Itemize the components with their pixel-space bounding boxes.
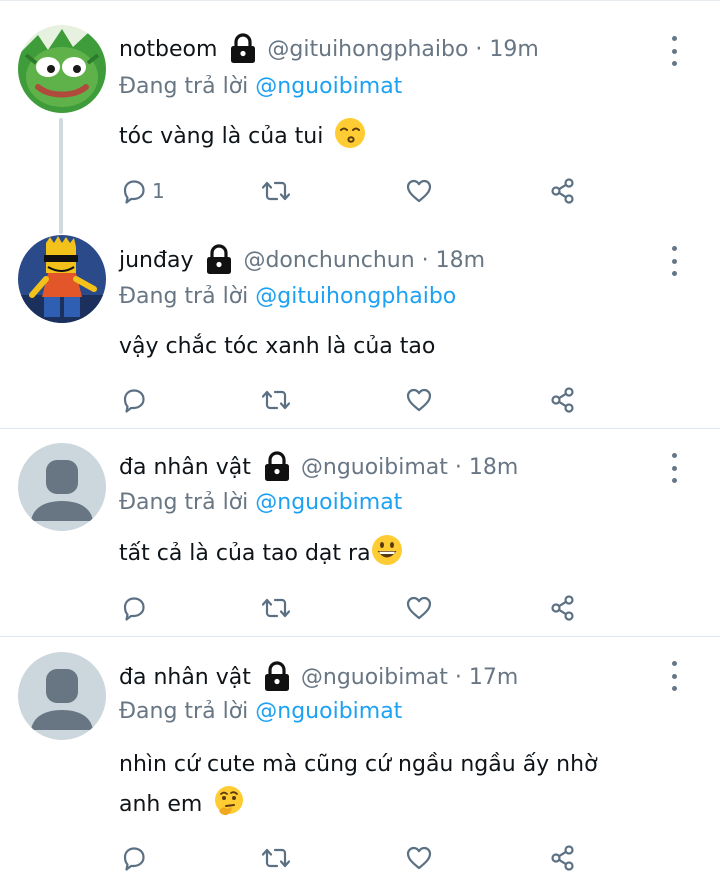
tweet-header: đa nhân vật @nguoibimat · 18m <box>119 449 518 485</box>
tweet-text: tóc vàng là của tui <box>119 117 679 157</box>
lock-icon <box>205 244 233 276</box>
lock-icon <box>263 451 291 483</box>
reply-button[interactable] <box>120 382 148 418</box>
more-vertical-icon[interactable] <box>662 453 686 483</box>
handle-time[interactable]: @nguoibimat · 17m <box>301 665 518 690</box>
like-button[interactable] <box>405 382 433 418</box>
display-name[interactable]: đa nhân vật <box>119 665 251 690</box>
retweet-button[interactable] <box>260 840 292 876</box>
display-name[interactable]: đa nhân vật <box>119 455 251 480</box>
heart-icon <box>405 177 433 205</box>
display-name[interactable]: junđay <box>119 248 193 273</box>
default-avatar[interactable] <box>18 443 106 531</box>
share-button[interactable] <box>549 173 577 209</box>
reply-button[interactable] <box>120 590 148 626</box>
retweet-icon <box>260 177 292 205</box>
like-button[interactable] <box>405 590 433 626</box>
reply-icon <box>120 386 148 414</box>
share-button[interactable] <box>549 382 577 418</box>
reply-prefix: Đang trả lời <box>119 490 249 515</box>
reply-count: 1 <box>152 179 165 203</box>
retweet-icon <box>260 844 292 872</box>
retweet-icon <box>260 386 292 414</box>
tweet-text-line-2: anh em <box>119 792 203 817</box>
retweet-icon <box>260 594 292 622</box>
reply-context: Đang trả lời @gituihongphaibo <box>119 284 456 309</box>
heart-icon <box>405 386 433 414</box>
reply-mention[interactable]: @nguoibimat <box>255 699 402 724</box>
cartoon-avatar[interactable] <box>18 235 106 323</box>
reply-context: Đang trả lời @nguoibimat <box>119 490 402 515</box>
reply-icon <box>120 844 148 872</box>
tweet-text-line-1: nhìn cứ cute mà cũng cứ ngầu ngầu ấy nhờ <box>119 752 598 777</box>
tweet-2[interactable]: junđay @donchunchun · 18m Đang trả lời @… <box>0 230 720 428</box>
reply-button[interactable] <box>120 840 148 876</box>
tweet-text-body: vậy chắc tóc xanh là của tao <box>119 334 436 359</box>
tweet-1[interactable]: notbeom @gituihongphaibo · 19m Đang trả … <box>0 0 720 230</box>
retweet-button[interactable] <box>260 590 292 626</box>
tweet-text: vậy chắc tóc xanh là của tao <box>119 327 679 367</box>
like-button[interactable] <box>405 173 433 209</box>
reply-icon <box>120 177 148 205</box>
handle-time[interactable]: @donchunchun · 18m <box>243 248 485 273</box>
retweet-button[interactable] <box>260 173 292 209</box>
reply-mention[interactable]: @nguoibimat <box>255 74 402 99</box>
reply-prefix: Đang trả lời <box>119 74 249 99</box>
more-vertical-icon[interactable] <box>662 246 686 276</box>
tweet-actions <box>0 382 720 418</box>
tweet-text-line-2-wrap: anh em <box>119 785 679 825</box>
tweet-text-body: tóc vàng là của tui <box>119 124 324 149</box>
tweet-actions: 1 <box>0 173 720 209</box>
reply-mention[interactable]: @gituihongphaibo <box>255 284 456 309</box>
share-button[interactable] <box>549 590 577 626</box>
reply-mention[interactable]: @nguoibimat <box>255 490 402 515</box>
reply-icon <box>120 594 148 622</box>
frog-avatar[interactable] <box>18 25 106 113</box>
retweet-button[interactable] <box>260 382 292 418</box>
tweet-header: đa nhân vật @nguoibimat · 17m <box>119 659 518 695</box>
share-icon <box>549 177 577 205</box>
tweet-text: tất cả là của tao dạt ra <box>119 534 679 574</box>
display-name[interactable]: notbeom <box>119 37 217 62</box>
lock-icon <box>229 33 257 65</box>
grinning-face-emoji-icon <box>371 535 402 565</box>
more-vertical-icon[interactable] <box>662 36 686 66</box>
tweet-header: notbeom @gituihongphaibo · 19m <box>119 31 539 67</box>
share-icon <box>549 844 577 872</box>
reply-prefix: Đang trả lời <box>119 284 249 309</box>
reply-button[interactable]: 1 <box>120 173 165 209</box>
heart-icon <box>405 844 433 872</box>
more-vertical-icon[interactable] <box>662 661 686 691</box>
tweet-actions <box>0 840 720 876</box>
tweet-actions <box>0 590 720 626</box>
default-avatar[interactable] <box>18 652 106 740</box>
tweet-4[interactable]: đa nhân vật @nguoibimat · 17m Đang trả l… <box>0 637 720 885</box>
tweet-header: junđay @donchunchun · 18m <box>119 242 485 278</box>
share-icon <box>549 594 577 622</box>
handle-time[interactable]: @nguoibimat · 18m <box>301 455 518 480</box>
like-button[interactable] <box>405 840 433 876</box>
kissing-face-emoji-icon <box>335 118 366 148</box>
tweet-text-body: tất cả là của tao dạt ra <box>119 541 371 566</box>
tweet-3[interactable]: đa nhân vật @nguoibimat · 18m Đang trả l… <box>0 429 720 636</box>
reply-context: Đang trả lời @nguoibimat <box>119 74 402 99</box>
reply-prefix: Đang trả lời <box>119 699 249 724</box>
thinking-face-emoji-icon <box>215 786 244 816</box>
share-button[interactable] <box>549 840 577 876</box>
heart-icon <box>405 594 433 622</box>
lock-icon <box>263 661 291 693</box>
share-icon <box>549 386 577 414</box>
tweet-text: nhìn cứ cute mà cũng cứ ngầu ngầu ấy nhờ… <box>119 745 679 825</box>
handle-time[interactable]: @gituihongphaibo · 19m <box>267 37 538 62</box>
reply-context: Đang trả lời @nguoibimat <box>119 699 402 724</box>
